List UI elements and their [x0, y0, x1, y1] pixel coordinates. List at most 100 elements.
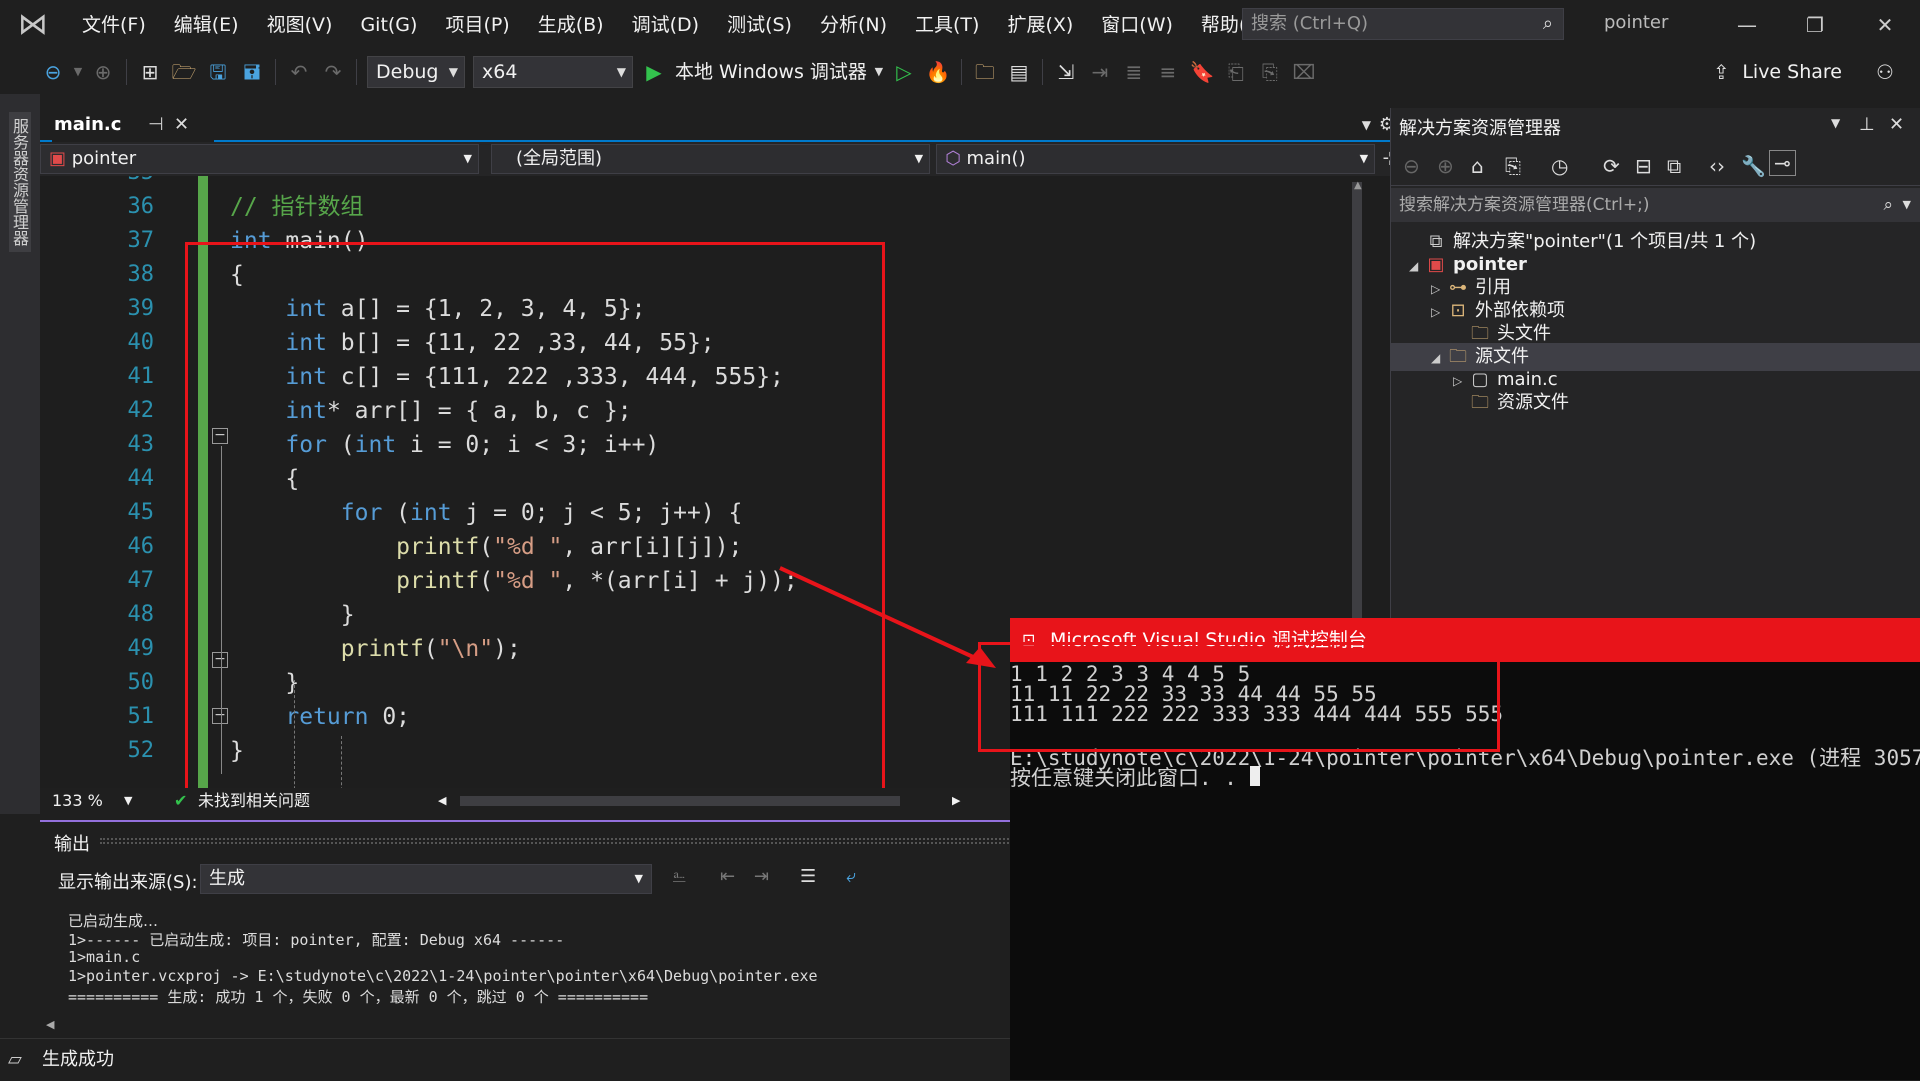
browse-icon[interactable]: 🗀	[970, 56, 1000, 88]
minimize-icon[interactable]: —	[1724, 8, 1770, 42]
forward-icon[interactable]: ⊕	[1437, 154, 1454, 178]
switch-views-icon[interactable]: ⎘	[1505, 154, 1521, 178]
line-number: 48	[127, 602, 155, 627]
horizontal-scrollbar[interactable]	[460, 796, 900, 806]
output-scroll-left-icon[interactable]: ◀	[46, 1018, 54, 1031]
scroll-left-icon[interactable]: ◀	[438, 788, 446, 814]
new-project-icon[interactable]: ⊞	[135, 56, 165, 88]
expand-arrow-icon[interactable]: ◢	[1431, 344, 1447, 372]
start-without-debugging-icon[interactable]: ▷	[889, 56, 919, 88]
search-icon: ⌕	[1883, 195, 1893, 215]
indent-icon[interactable]: ⇥	[1085, 56, 1115, 88]
menu-item[interactable]: Git(G)	[346, 0, 431, 50]
line-number: 42	[127, 398, 155, 423]
close-icon[interactable]: ✕	[1889, 114, 1904, 135]
line-number: 44	[127, 466, 155, 491]
restore-icon[interactable]: ❐	[1792, 8, 1838, 42]
separator	[275, 59, 276, 85]
build-status-icon: ▱	[8, 1049, 22, 1070]
member-select[interactable]: ⬡ main() ▼	[936, 144, 1376, 174]
search-input[interactable]: 搜索 (Ctrl+Q) ⌕	[1242, 8, 1564, 40]
window-menu-icon[interactable]: ▼	[1831, 116, 1840, 130]
menu-item[interactable]: 编辑(E)	[160, 0, 253, 50]
menu-item[interactable]: 测试(S)	[713, 0, 806, 50]
word-wrap-icon[interactable]: ⤶	[846, 866, 856, 887]
redo-icon[interactable]: ↷	[318, 56, 348, 88]
step-icon[interactable]: ⇲	[1051, 56, 1081, 88]
output-source-select[interactable]: 生成 ▼	[200, 864, 652, 894]
solution-search-input[interactable]: 搜索解决方案资源管理器(Ctrl+;) ⌕ ▼	[1391, 188, 1920, 222]
start-debugging-icon[interactable]: ▶	[639, 56, 669, 88]
layout-icon[interactable]: ▤	[1004, 56, 1034, 88]
clear-all-icon[interactable]: ☰	[800, 866, 816, 887]
save-all-icon[interactable]: 🖬	[237, 56, 267, 88]
properties-icon[interactable]: 🔧	[1741, 154, 1766, 178]
next-message-icon[interactable]: ⇥	[754, 866, 769, 887]
issues-status[interactable]: 未找到相关问题	[198, 788, 310, 814]
output-line: 1>pointer.vcxproj -> E:\studynote\c\2022…	[68, 967, 818, 985]
tab-close-icon[interactable]: ✕	[174, 108, 189, 142]
menu-item[interactable]: 生成(B)	[524, 0, 618, 50]
scope-select[interactable]: (全局范围) ▼	[491, 144, 931, 174]
save-icon[interactable]: 🖫	[203, 56, 233, 88]
dropdown-icon[interactable]: ▼	[873, 56, 885, 88]
line-number: 39	[127, 296, 155, 321]
zoom-chevron-icon[interactable]: ▼	[124, 788, 132, 814]
scroll-up-icon[interactable]: ▲	[1354, 180, 1362, 191]
expand-arrow-icon[interactable]: ▷	[1431, 298, 1447, 326]
hot-reload-icon[interactable]: 🔥	[923, 56, 953, 88]
scroll-right-icon[interactable]: ▶	[952, 788, 960, 814]
live-share-button[interactable]: Live Share	[1742, 56, 1842, 88]
pin-icon[interactable]: ⊥	[1859, 114, 1875, 135]
bookmark-icon[interactable]: 🔖	[1187, 56, 1217, 88]
feedback-icon[interactable]: ⚇	[1870, 56, 1900, 88]
dropdown-icon[interactable]: ▼	[72, 56, 84, 88]
menu-item[interactable]: 项目(P)	[431, 0, 523, 50]
tree-item-resource-files[interactable]: 🗀 资源文件	[1453, 389, 1569, 417]
start-debugging-button[interactable]: 本地 Windows 调试器	[675, 56, 867, 88]
view-code-icon[interactable]: ‹›	[1709, 154, 1725, 178]
uncomment-icon[interactable]: ≡	[1153, 56, 1183, 88]
close-icon[interactable]: ✕	[1862, 8, 1908, 42]
line-number: 40	[127, 330, 155, 355]
live-share-icon[interactable]: ⇪	[1706, 56, 1736, 88]
menu-item[interactable]: 视图(V)	[253, 0, 347, 50]
menu-item[interactable]: 分析(N)	[806, 0, 901, 50]
chevron-down-icon: ▼	[914, 152, 924, 165]
zoom-level[interactable]: 133 %	[52, 788, 103, 814]
sync-icon[interactable]: ⟳	[1603, 154, 1620, 178]
undo-icon[interactable]: ↶	[284, 56, 314, 88]
forward-icon[interactable]: ⊕	[88, 56, 118, 88]
open-folder-icon[interactable]: 🗁	[169, 56, 199, 88]
show-all-files-icon[interactable]: ⧉	[1667, 154, 1681, 178]
pending-changes-icon[interactable]: ◷	[1551, 154, 1568, 178]
home-icon[interactable]: ⌂	[1471, 154, 1484, 178]
prev-message-icon[interactable]: ⇤	[720, 866, 735, 887]
expand-arrow-icon[interactable]: ◢	[1409, 252, 1425, 280]
platform-select[interactable]: x64 ▼	[473, 56, 633, 88]
configuration-select[interactable]: Debug ▼	[367, 56, 465, 88]
menu-item[interactable]: 调试(D)	[618, 0, 713, 50]
tree-item-label: 资源文件	[1497, 392, 1569, 413]
comment-icon[interactable]: ≣	[1119, 56, 1149, 88]
project-select[interactable]: ▣ pointer ▼	[40, 144, 480, 174]
tab-list-chevron-icon[interactable]: ▼	[1362, 108, 1371, 142]
menu-item[interactable]: 文件(F)	[68, 0, 160, 50]
menu-item[interactable]: 扩展(X)	[993, 0, 1087, 50]
clear-bookmarks-icon[interactable]: ⌧	[1289, 56, 1319, 88]
server-explorer-tab[interactable]: 服务器资源管理器	[0, 94, 40, 814]
preview-icon[interactable]: ⊸	[1769, 150, 1796, 176]
menu-item[interactable]: 工具(T)	[901, 0, 993, 50]
menu-item[interactable]: 窗口(W)	[1087, 0, 1187, 50]
function-icon: ⬡	[945, 148, 967, 169]
back-icon[interactable]: ⊖	[1403, 154, 1420, 178]
collapse-all-icon[interactable]: ⊟	[1635, 154, 1652, 178]
back-icon[interactable]: ⊖	[38, 56, 68, 88]
code-line[interactable]: // 指针数组	[230, 190, 364, 224]
tab-main-c[interactable]: main.c ⊣ ✕	[52, 108, 214, 142]
pin-icon[interactable]: ⊣	[148, 108, 164, 142]
find-in-output-icon[interactable]: ⎁	[672, 866, 686, 887]
next-bookmark-icon[interactable]: ⎘	[1255, 56, 1285, 88]
tab-label: main.c	[54, 114, 122, 135]
prev-bookmark-icon[interactable]: ⎗	[1221, 56, 1251, 88]
